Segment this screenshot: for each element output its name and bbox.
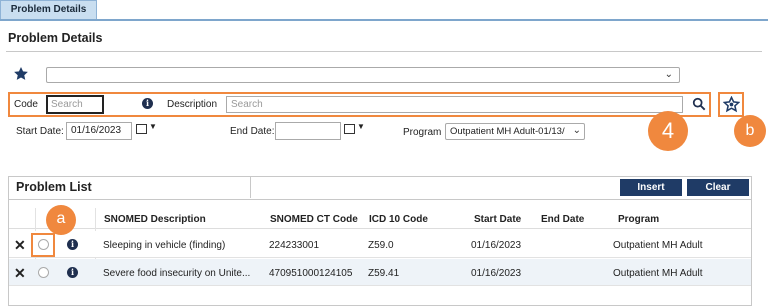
end-date-label: End Date: — [230, 126, 275, 137]
cell-snomed-ct-code: 224233001 — [269, 240, 320, 251]
panel-header-divider — [250, 176, 251, 198]
column-header-icd10[interactable]: ICD 10 Code — [369, 214, 428, 225]
start-date-calendar-button[interactable]: ▼ — [136, 122, 158, 136]
callout-badge-a: a — [46, 205, 76, 235]
delete-icon[interactable]: ✕ — [14, 237, 26, 254]
program-select-value: Outpatient MH Adult-01/13/ — [450, 126, 565, 137]
info-icon[interactable]: i — [67, 267, 78, 278]
description-search-placeholder: Search — [231, 99, 263, 110]
info-icon[interactable]: i — [67, 239, 78, 250]
star-icon[interactable] — [13, 66, 29, 82]
tab-problem-details[interactable]: Problem Details — [0, 0, 97, 19]
clear-button[interactable]: Clear — [687, 179, 749, 196]
tab-underline — [0, 19, 768, 21]
search-icon[interactable] — [692, 97, 706, 111]
cell-snomed-description: Sleeping in vehicle (finding) — [103, 240, 226, 251]
delete-icon[interactable]: ✕ — [14, 265, 26, 282]
column-header-snomed-ct-code[interactable]: SNOMED CT Code — [270, 214, 358, 225]
start-date-label: Start Date: — [16, 126, 64, 137]
calendar-icon — [136, 124, 147, 134]
cell-start-date: 01/16/2023 — [471, 268, 522, 279]
start-date-value: 01/16/2023 — [71, 125, 122, 136]
code-search-input[interactable]: Search — [46, 95, 104, 114]
cell-program: Outpatient MH Adult — [613, 268, 703, 279]
program-label: Program — [403, 127, 442, 138]
column-header-start-date[interactable]: Start Date — [474, 214, 521, 225]
star-outline-icon[interactable] — [723, 96, 740, 113]
cell-icd10: Z59.41 — [368, 268, 400, 279]
chevron-down-icon: ⌄ — [664, 69, 673, 80]
cell-program: Outpatient MH Adult — [613, 240, 703, 251]
column-header-end-date[interactable]: End Date — [541, 214, 584, 225]
start-date-input[interactable]: 01/16/2023 — [66, 122, 132, 140]
end-date-calendar-button[interactable]: ▼ — [344, 122, 366, 136]
description-label: Description — [167, 99, 218, 110]
panel-header-rule — [8, 199, 752, 200]
info-icon[interactable]: i — [142, 98, 153, 109]
insert-button[interactable]: Insert — [620, 179, 682, 196]
favorites-dropdown[interactable]: ⌄ — [46, 67, 680, 83]
page-title: Problem Details — [8, 31, 103, 45]
problem-list-title: Problem List — [16, 180, 92, 194]
cell-icd10: Z59.0 — [368, 240, 394, 251]
title-divider — [6, 51, 762, 52]
description-search-input[interactable]: Search — [226, 96, 683, 113]
program-select[interactable]: Outpatient MH Adult-01/13/ ⌄ — [445, 123, 585, 140]
callout-badge-b: b — [734, 115, 766, 147]
row-radio[interactable] — [38, 267, 49, 278]
radio-highlight-box — [31, 233, 55, 257]
code-search-placeholder: Search — [51, 99, 83, 110]
cell-snomed-ct-code: 470951000124105 — [269, 268, 353, 279]
code-label: Code — [14, 99, 38, 110]
chevron-down-icon: ⌄ — [572, 125, 581, 136]
column-header-snomed-description[interactable]: SNOMED Description — [104, 214, 206, 225]
end-date-input[interactable] — [275, 122, 341, 140]
cell-snomed-description: Severe food insecurity on Unite... — [103, 268, 251, 279]
calendar-icon — [344, 124, 355, 134]
cell-start-date: 01/16/2023 — [471, 240, 522, 251]
column-header-program[interactable]: Program — [618, 214, 659, 225]
callout-badge-4: 4 — [648, 111, 688, 151]
